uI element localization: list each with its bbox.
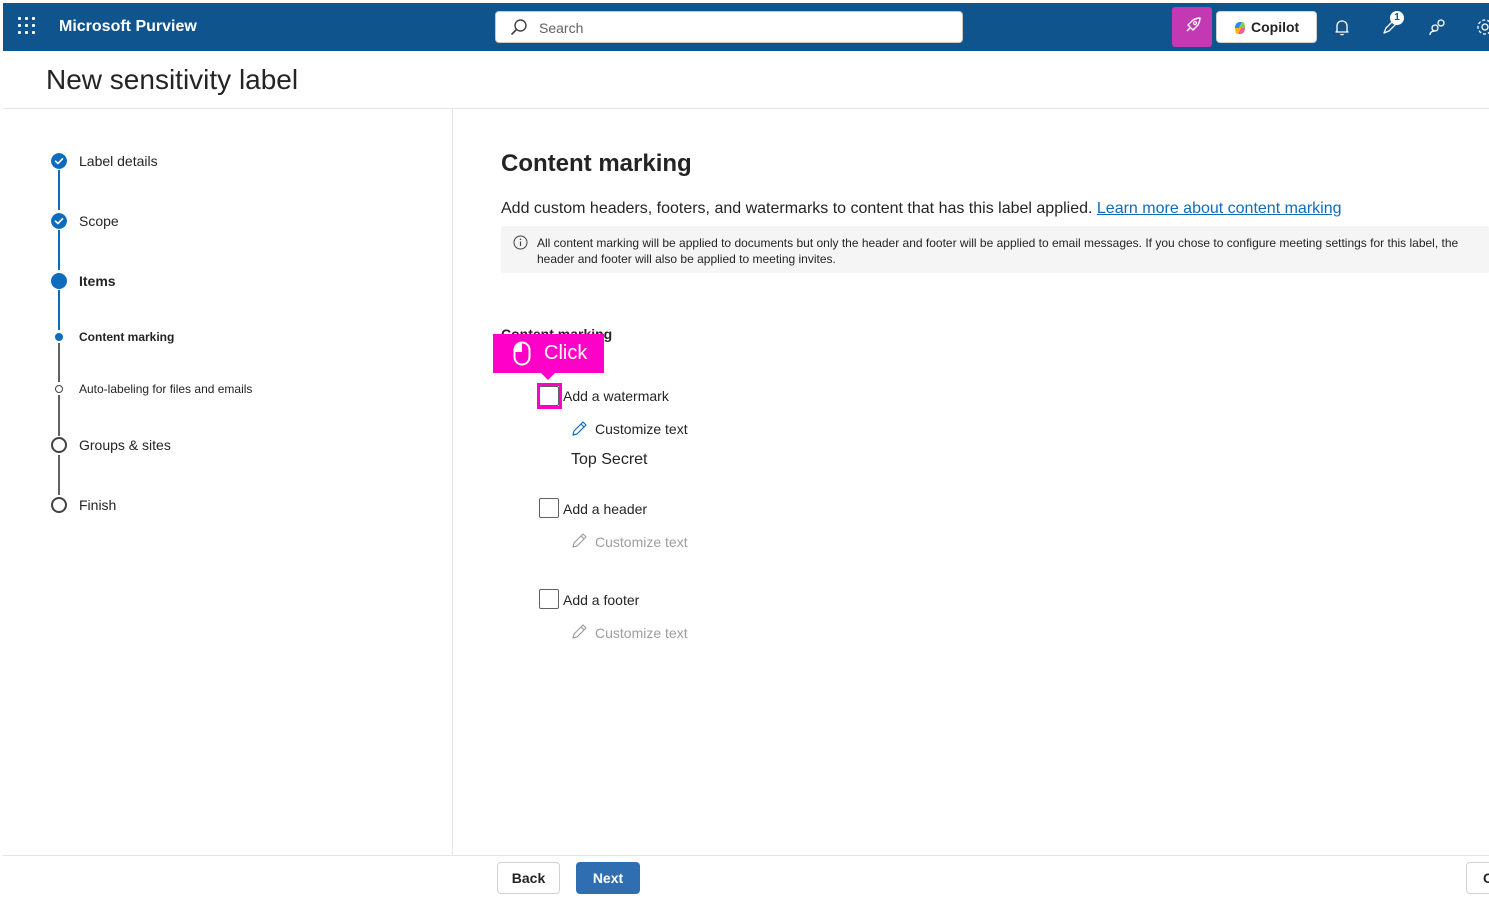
step-completed-check-icon xyxy=(51,213,67,229)
pencil-icon xyxy=(572,533,587,548)
notification-badge: 1 xyxy=(1390,11,1404,25)
step-connector xyxy=(58,343,60,382)
watermark-preview-text: Top Secret xyxy=(571,451,648,468)
step-finish[interactable]: Finish xyxy=(79,497,116,513)
info-message-bar: All content marking will be applied to d… xyxy=(501,226,1489,273)
substep-content-marking[interactable]: Content marking xyxy=(79,330,174,344)
top-bar: Microsoft Purview Search Copilot 1 xyxy=(3,3,1489,51)
page-title: New sensitivity label xyxy=(46,64,299,95)
step-label-details[interactable]: Label details xyxy=(79,153,158,169)
section-description: Add custom headers, footers, and waterma… xyxy=(501,200,1342,218)
app-name[interactable]: Microsoft Purview xyxy=(59,18,197,36)
app-launcher-icon[interactable] xyxy=(18,17,38,37)
purview-page: Microsoft Purview Search Copilot 1 New s… xyxy=(0,0,1489,906)
rocket-icon xyxy=(1186,17,1201,32)
cancel-button[interactable]: C xyxy=(1466,862,1489,894)
people-icon[interactable] xyxy=(1428,17,1448,37)
bell-icon[interactable] xyxy=(1332,17,1352,37)
step-groups-sites[interactable]: Groups & sites xyxy=(79,437,171,453)
pencil-icon xyxy=(572,421,587,436)
stepper-divider xyxy=(452,109,453,855)
click-annotation: Click xyxy=(493,334,604,373)
customize-header-text-button: Customize text xyxy=(595,534,688,550)
copilot-icon xyxy=(1235,22,1245,34)
info-icon xyxy=(513,235,528,250)
watermark-label[interactable]: Add a watermark xyxy=(563,388,669,404)
copilot-label: Copilot xyxy=(1251,19,1300,35)
step-scope[interactable]: Scope xyxy=(79,213,119,229)
substep-auto-labeling[interactable]: Auto-labeling for files and emails xyxy=(79,382,252,396)
step-upcoming-icon xyxy=(51,437,67,453)
click-target-highlight xyxy=(537,383,562,409)
search-icon xyxy=(511,19,527,35)
step-items[interactable]: Items xyxy=(79,273,116,289)
click-annotation-label: Click xyxy=(544,342,588,364)
header-checkbox[interactable] xyxy=(539,498,559,518)
next-button[interactable]: Next xyxy=(576,862,640,894)
learn-more-link[interactable]: Learn more about content marking xyxy=(1097,200,1342,217)
search-box[interactable]: Search xyxy=(495,11,963,43)
step-connector xyxy=(58,170,60,210)
substep-current-dot xyxy=(55,333,63,341)
section-title: Content marking xyxy=(501,150,692,177)
pencil-icon xyxy=(572,624,587,639)
step-connector xyxy=(58,230,60,270)
header-divider xyxy=(3,108,1489,109)
step-connector xyxy=(58,395,60,436)
copilot-button[interactable]: Copilot xyxy=(1216,11,1317,43)
description-text: Add custom headers, footers, and waterma… xyxy=(501,200,1093,217)
customize-footer-text-button: Customize text xyxy=(595,625,688,641)
click-annotation-pointer xyxy=(540,372,556,380)
footer-label[interactable]: Add a footer xyxy=(563,592,639,608)
step-completed-check-icon xyxy=(51,153,67,169)
substep-upcoming-dot xyxy=(55,385,63,393)
step-upcoming-icon xyxy=(51,497,67,513)
step-connector xyxy=(58,455,60,495)
footer-checkbox[interactable] xyxy=(539,589,559,609)
mouse-icon xyxy=(513,341,531,366)
back-button[interactable]: Back xyxy=(497,862,560,894)
step-connector xyxy=(58,290,60,330)
rocket-button[interactable] xyxy=(1172,7,1212,47)
info-message-text: All content marking will be applied to d… xyxy=(537,236,1459,266)
header-label[interactable]: Add a header xyxy=(563,501,647,517)
step-current-icon xyxy=(51,273,67,289)
search-placeholder: Search xyxy=(539,20,584,36)
footer-divider xyxy=(3,855,1489,856)
customize-watermark-text-button[interactable]: Customize text xyxy=(595,421,688,437)
settings-icon[interactable] xyxy=(1475,17,1489,37)
